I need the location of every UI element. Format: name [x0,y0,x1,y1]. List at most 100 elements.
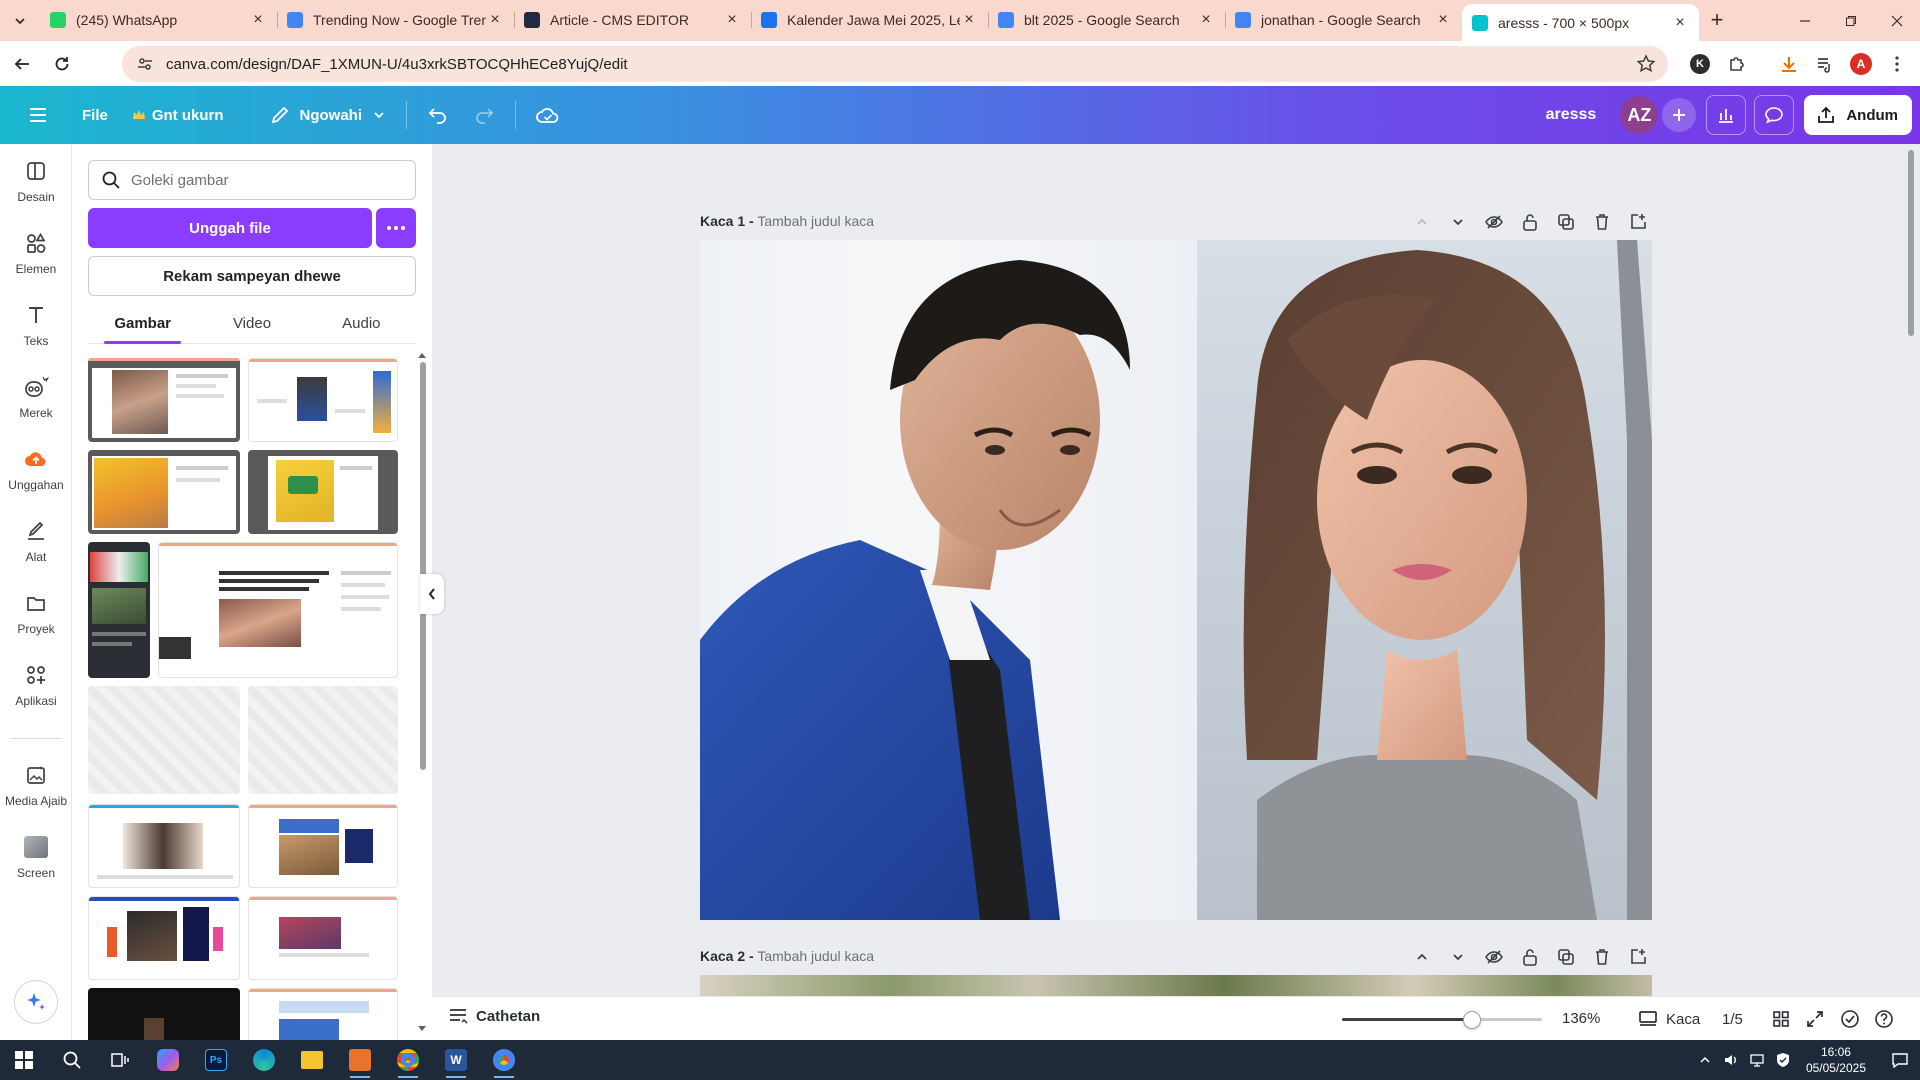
help-button[interactable] [1874,1005,1894,1033]
save-status-button[interactable] [524,95,572,135]
duplicate-page-button[interactable] [1548,943,1584,971]
page-1-label[interactable]: Kaca 1 - Tambah judul kaca [700,213,874,229]
close-tab-icon[interactable]: × [1434,11,1452,29]
delete-page-button[interactable] [1584,208,1620,236]
taskbar-app-edge[interactable] [240,1040,288,1080]
add-page-button[interactable] [1620,943,1656,971]
close-tab-icon[interactable]: × [249,11,267,29]
media-controls-button[interactable] [1808,47,1842,81]
close-tab-icon[interactable]: × [960,11,978,29]
close-window-button[interactable] [1874,0,1920,41]
design-page-2[interactable] [700,975,1652,996]
taskbar-app-photoshop[interactable]: Ps [192,1040,240,1080]
grid-view-button[interactable] [1772,1005,1790,1033]
browser-tab[interactable]: (245) WhatsApp × [40,3,277,37]
browser-tab[interactable]: aresss - 700 × 500px × [1462,4,1699,41]
fullscreen-button[interactable] [1806,1005,1824,1033]
task-view-button[interactable] [96,1040,144,1080]
insights-button[interactable] [1706,95,1747,135]
upload-thumbnail[interactable] [248,450,398,534]
taskbar-search-button[interactable] [48,1040,96,1080]
design-page-1[interactable] [700,240,1652,920]
photo-man-blue-suit[interactable] [700,240,1197,920]
main-menu-button[interactable] [20,95,56,135]
search-input[interactable] [131,171,401,189]
minimize-button[interactable] [1782,0,1828,41]
hide-page-button[interactable] [1476,943,1512,971]
upload-thumbnail[interactable] [88,542,150,678]
file-menu-button[interactable]: File [70,95,120,135]
duplicate-page-button[interactable] [1548,208,1584,236]
browser-tab[interactable]: jonathan - Google Search × [1225,3,1462,37]
browser-tab[interactable]: Article - CMS EDITOR × [514,3,751,37]
browser-tab[interactable]: Trending Now - Google Trends × [277,3,514,37]
taskbar-app-chrome-2[interactable] [480,1040,528,1080]
photo-woman-portrait[interactable] [1197,240,1652,920]
network-button[interactable] [1744,1052,1770,1068]
rail-item-magic-media[interactable]: Media Ajaib [0,748,72,814]
restore-button[interactable] [1828,0,1874,41]
zoom-level[interactable]: 136% [1562,1010,1600,1027]
profile-button[interactable]: A [1844,47,1878,81]
browser-tab[interactable]: Kalender Jawa Mei 2025, Lengkap× [751,3,988,37]
downloads-button[interactable] [1772,47,1806,81]
rail-item-uploads[interactable]: Unggahan [0,432,72,498]
rail-item-text[interactable]: Teks [0,288,72,354]
close-tab-icon[interactable]: × [1671,14,1689,32]
rail-item-screen[interactable]: Screen [0,820,72,886]
hide-page-button[interactable] [1476,208,1512,236]
close-tab-icon[interactable]: × [723,11,741,29]
zoom-slider-handle[interactable] [1463,1011,1481,1029]
system-clock[interactable]: 16:06 05/05/2025 [1806,1044,1866,1076]
upload-thumbnail[interactable] [88,988,240,1040]
taskbar-app-copilot[interactable] [144,1040,192,1080]
taskbar-app-chrome[interactable] [384,1040,432,1080]
rail-item-brand[interactable]: Merek [0,360,72,426]
page-counter[interactable]: 1/5 [1722,1005,1743,1033]
security-button[interactable] [1770,1052,1796,1068]
tab-videos[interactable]: Video [197,304,306,343]
add-page-button[interactable] [1620,208,1656,236]
move-page-down-button[interactable] [1440,943,1476,971]
taskbar-app-word[interactable]: W [432,1040,480,1080]
start-button[interactable] [0,1040,48,1080]
move-page-down-button[interactable] [1440,208,1476,236]
redo-button[interactable] [461,95,507,135]
zoom-slider[interactable] [1342,1011,1542,1029]
record-yourself-button[interactable]: Rekam sampeyan dhewe [88,256,416,296]
bookmark-star-icon[interactable] [1636,54,1656,74]
pages-view-button[interactable]: Kaca [1638,1005,1700,1033]
upload-thumbnail[interactable] [88,358,240,442]
photo-page-2[interactable] [700,975,1652,996]
delete-page-button[interactable] [1584,943,1620,971]
undo-button[interactable] [415,95,461,135]
taskbar-app-explorer[interactable] [288,1040,336,1080]
rail-item-design[interactable]: Desain [0,144,72,210]
volume-button[interactable] [1718,1052,1744,1068]
site-info-icon[interactable] [136,55,154,73]
invite-button[interactable] [1662,98,1697,132]
canva-assistant-button[interactable] [14,980,58,1024]
tab-search-button[interactable] [0,0,40,41]
page-2-label[interactable]: Kaca 2 - Tambah judul kaca [700,948,874,964]
collapse-panel-button[interactable] [420,574,444,614]
tray-overflow-button[interactable] [1692,1054,1718,1066]
close-tab-icon[interactable]: × [486,11,504,29]
tab-audio[interactable]: Audio [307,304,416,343]
taskbar-app-pasteboard[interactable] [336,1040,384,1080]
close-tab-icon[interactable]: × [1197,11,1215,29]
back-button[interactable] [4,46,40,82]
check-design-button[interactable] [1840,1005,1860,1033]
new-tab-button[interactable]: + [1699,3,1735,37]
lock-page-button[interactable] [1512,943,1548,971]
move-page-up-button[interactable] [1404,208,1440,236]
browser-menu-button[interactable] [1880,47,1914,81]
upload-thumbnail[interactable] [88,804,240,888]
rail-item-draw[interactable]: Alat [0,504,72,570]
rail-item-elements[interactable]: Elemen [0,216,72,282]
share-button[interactable]: Andum [1804,95,1912,135]
upload-thumbnail[interactable] [248,896,398,980]
upload-thumbnail[interactable] [158,542,398,678]
tab-images[interactable]: Gambar [88,304,197,344]
rail-item-projects[interactable]: Proyek [0,576,72,642]
